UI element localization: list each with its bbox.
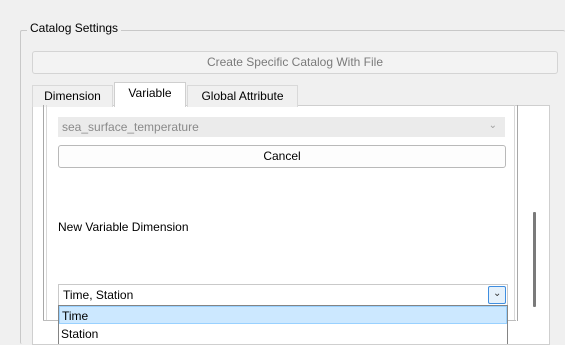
tab-variable[interactable]: Variable xyxy=(114,82,186,107)
tab-label: Global Attribute xyxy=(201,89,284,103)
dimension-select-value: Time, Station xyxy=(63,288,134,302)
variable-select[interactable]: sea_surface_temperature ⌄ xyxy=(58,117,505,137)
dropdown-button[interactable]: ⌄ xyxy=(488,286,506,304)
tab-label: Dimension xyxy=(44,89,101,103)
inner-frame-left xyxy=(43,105,47,321)
scrollbar-thumb[interactable] xyxy=(533,212,536,307)
variable-select-value: sea_surface_temperature xyxy=(62,120,199,134)
dimension-select[interactable]: Time, Station ⌄ xyxy=(58,284,508,306)
chevron-down-icon: ⌄ xyxy=(493,288,502,299)
group-title: Catalog Settings xyxy=(27,21,122,35)
option-label: Station xyxy=(61,327,99,341)
inner-frame-right xyxy=(514,105,518,321)
cancel-button[interactable]: Cancel xyxy=(58,145,506,168)
dropdown-option-station[interactable]: Station xyxy=(59,325,507,343)
tab-global-attribute[interactable]: Global Attribute xyxy=(187,85,298,107)
new-variable-dimension-label: New Variable Dimension xyxy=(58,220,189,234)
tab-dimension[interactable]: Dimension xyxy=(32,85,113,107)
create-catalog-button[interactable]: Create Specific Catalog With File xyxy=(32,51,558,74)
dimension-dropdown-list: Time Station xyxy=(58,305,508,344)
dropdown-option-time[interactable]: Time xyxy=(59,306,507,324)
tab-label: Variable xyxy=(128,86,172,100)
chevron-down-icon: ⌄ xyxy=(488,120,497,131)
option-label: Time xyxy=(62,309,89,323)
